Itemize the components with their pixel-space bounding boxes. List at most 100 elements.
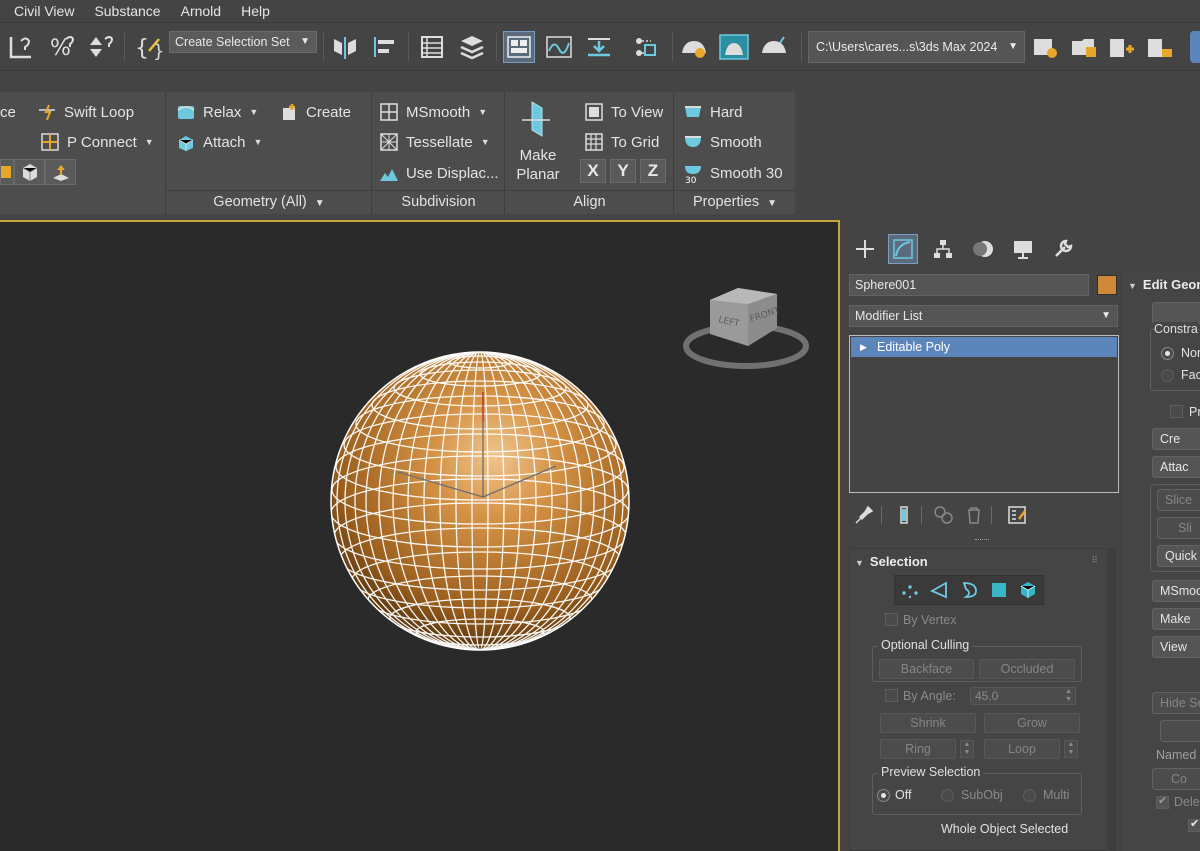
use-displacement-button[interactable]: Use Displac... <box>379 163 499 183</box>
set-project-folder-icon[interactable] <box>1068 31 1100 63</box>
selection-rollout-header[interactable]: ▼ Selection <box>855 554 928 569</box>
pin-stack-icon[interactable] <box>851 502 877 528</box>
material-editor-icon[interactable] <box>630 31 662 63</box>
render-production-icon[interactable] <box>758 31 790 63</box>
copy-button[interactable]: Co <box>1152 768 1200 790</box>
align-panel-footer[interactable]: Align <box>506 190 673 214</box>
utilities-tab-wrench-icon[interactable] <box>1048 234 1078 264</box>
rendered-frame-window-icon[interactable] <box>718 31 750 63</box>
preserve-uvs-checkbox[interactable] <box>1170 405 1183 418</box>
cube-icon[interactable] <box>14 159 45 185</box>
msmooth-button[interactable]: MSmooth ▼ <box>379 102 487 122</box>
swift-loop-button[interactable]: Swift Loop <box>37 102 134 122</box>
align-y-button[interactable]: Y <box>610 159 636 183</box>
toggle-layers-icon[interactable] <box>456 31 488 63</box>
unhide-button[interactable] <box>1160 720 1200 742</box>
constraint-face-radio[interactable] <box>1161 369 1174 382</box>
make-planar-button-cmd[interactable]: Make <box>1152 608 1200 630</box>
msmooth-button-cmd[interactable]: MSmoo <box>1152 580 1200 602</box>
configure-modifier-sets-icon[interactable] <box>1005 502 1031 528</box>
plane-arrow-icon[interactable] <box>45 159 76 185</box>
properties-panel-footer[interactable]: Properties ▼ <box>675 190 795 214</box>
schematic-view-icon[interactable] <box>583 31 615 63</box>
display-tab-icon[interactable] <box>1008 234 1038 264</box>
create-tab-plus-icon[interactable] <box>850 234 880 264</box>
layer-explorer-icon[interactable] <box>416 31 448 63</box>
make-unique-icon[interactable] <box>931 502 957 528</box>
project-folder-dropdown[interactable]: C:\Users\cares...s\3ds Max 2024 ▼ <box>808 31 1025 63</box>
mirror-icon[interactable] <box>329 31 361 63</box>
viewport-perspective[interactable]: LEFT FRONT <box>0 220 840 851</box>
spinner-arrows-icon[interactable]: ▲ ▼ <box>1065 688 1072 704</box>
element-mode-icon[interactable] <box>1013 576 1043 604</box>
create-button[interactable]: Create <box>279 102 351 122</box>
ribbon-item-clipped[interactable]: ce <box>0 104 16 121</box>
view-align-button[interactable]: View <box>1152 636 1200 658</box>
vertex-mode-icon[interactable] <box>895 576 925 604</box>
ring-button[interactable]: Ring <box>880 739 956 759</box>
edge-mode-icon[interactable] <box>925 576 955 604</box>
preview-off-radio[interactable] <box>877 789 890 802</box>
slice-plane-button[interactable]: Slice <box>1157 489 1200 511</box>
menu-civil-view[interactable]: Civil View <box>0 3 74 19</box>
shrink-button[interactable]: Shrink <box>880 713 976 733</box>
modify-tab-icon[interactable] <box>888 234 918 264</box>
full-interactivity-checkbox[interactable]: ✔ <box>1188 818 1200 832</box>
constraint-none-radio[interactable] <box>1161 347 1174 360</box>
panel-splitter[interactable] <box>849 538 1115 542</box>
project-folder-new-icon[interactable] <box>1144 31 1176 63</box>
toggle-ribbon-icon[interactable] <box>503 31 535 63</box>
ring-spinner-icon[interactable]: ▲ ▼ <box>960 740 974 758</box>
hard-button[interactable]: Hard <box>683 102 743 122</box>
to-grid-button[interactable]: To Grid <box>584 132 659 152</box>
edit-geometry-rollout-header[interactable]: ▼Edit Geom <box>1128 277 1200 292</box>
preview-multi-radio[interactable] <box>1023 789 1036 802</box>
to-view-button[interactable]: To View <box>584 102 663 122</box>
viewcube[interactable]: LEFT FRONT <box>683 288 809 369</box>
modifier-list-dropdown[interactable]: Modifier List ▼ <box>849 305 1118 327</box>
loop-spinner-icon[interactable]: ▲ ▼ <box>1064 740 1078 758</box>
relax-button[interactable]: Relax ▼ <box>176 102 258 122</box>
select-link-icon[interactable] <box>4 31 36 63</box>
show-end-result-icon[interactable] <box>891 502 917 528</box>
loop-button[interactable]: Loop <box>984 739 1060 759</box>
align-icon[interactable] <box>369 31 401 63</box>
tessellate-button[interactable]: Tessellate ▼ <box>379 132 490 152</box>
project-folder-open-icon[interactable] <box>1106 31 1138 63</box>
named-selection-set-dropdown[interactable]: Create Selection Set ▼ <box>169 31 317 53</box>
preview-subobj-radio[interactable] <box>941 789 954 802</box>
by-angle-checkbox[interactable] <box>885 689 898 702</box>
object-name-field[interactable]: Sphere001 <box>849 274 1089 296</box>
box-orange-icon[interactable] <box>0 159 14 185</box>
motion-tab-icon[interactable] <box>968 234 998 264</box>
by-angle-spinner[interactable]: 45.0 ▲ ▼ <box>970 687 1076 705</box>
quickslice-button[interactable]: Quick <box>1157 545 1200 567</box>
create-button-cmd[interactable]: Cre <box>1152 428 1200 450</box>
smooth-30-button[interactable]: 30 Smooth 30 <box>683 163 783 183</box>
grow-button[interactable]: Grow <box>984 713 1080 733</box>
edit-named-selection-icon[interactable]: {} <box>132 31 164 63</box>
p-connect-button[interactable]: P Connect ▼ <box>40 132 154 152</box>
smooth-button[interactable]: Smooth <box>683 132 762 152</box>
subdivision-panel-footer[interactable]: Subdivision <box>373 190 504 214</box>
slice-button[interactable]: Sli <box>1157 517 1200 539</box>
hierarchy-tab-icon[interactable] <box>928 234 958 264</box>
align-x-button[interactable]: X <box>580 159 606 183</box>
make-planar-button[interactable]: Make Planar <box>510 98 562 188</box>
polygon-mode-icon[interactable] <box>984 576 1014 604</box>
percent-snap-icon[interactable]: % <box>45 31 77 63</box>
curve-editor-icon[interactable] <box>543 31 575 63</box>
sphere-object[interactable] <box>330 351 630 651</box>
backface-button[interactable]: Backface <box>879 659 974 679</box>
render-setup-icon[interactable] <box>678 31 710 63</box>
menu-help[interactable]: Help <box>227 3 270 19</box>
project-settings-icon[interactable] <box>1030 31 1062 63</box>
geometry-panel-footer[interactable]: Geometry (All) ▼ <box>167 190 371 214</box>
repeat-last-button[interactable] <box>1152 302 1200 324</box>
delete-isolated-checkbox[interactable]: ✔ <box>1156 795 1169 809</box>
object-color-swatch[interactable] <box>1097 275 1117 295</box>
selection-scrollbar[interactable] <box>1108 548 1116 851</box>
border-mode-icon[interactable] <box>954 576 984 604</box>
stack-item-editable-poly[interactable]: ▶ Editable Poly <box>851 337 1117 357</box>
remove-modifier-trash-icon[interactable] <box>961 502 987 528</box>
